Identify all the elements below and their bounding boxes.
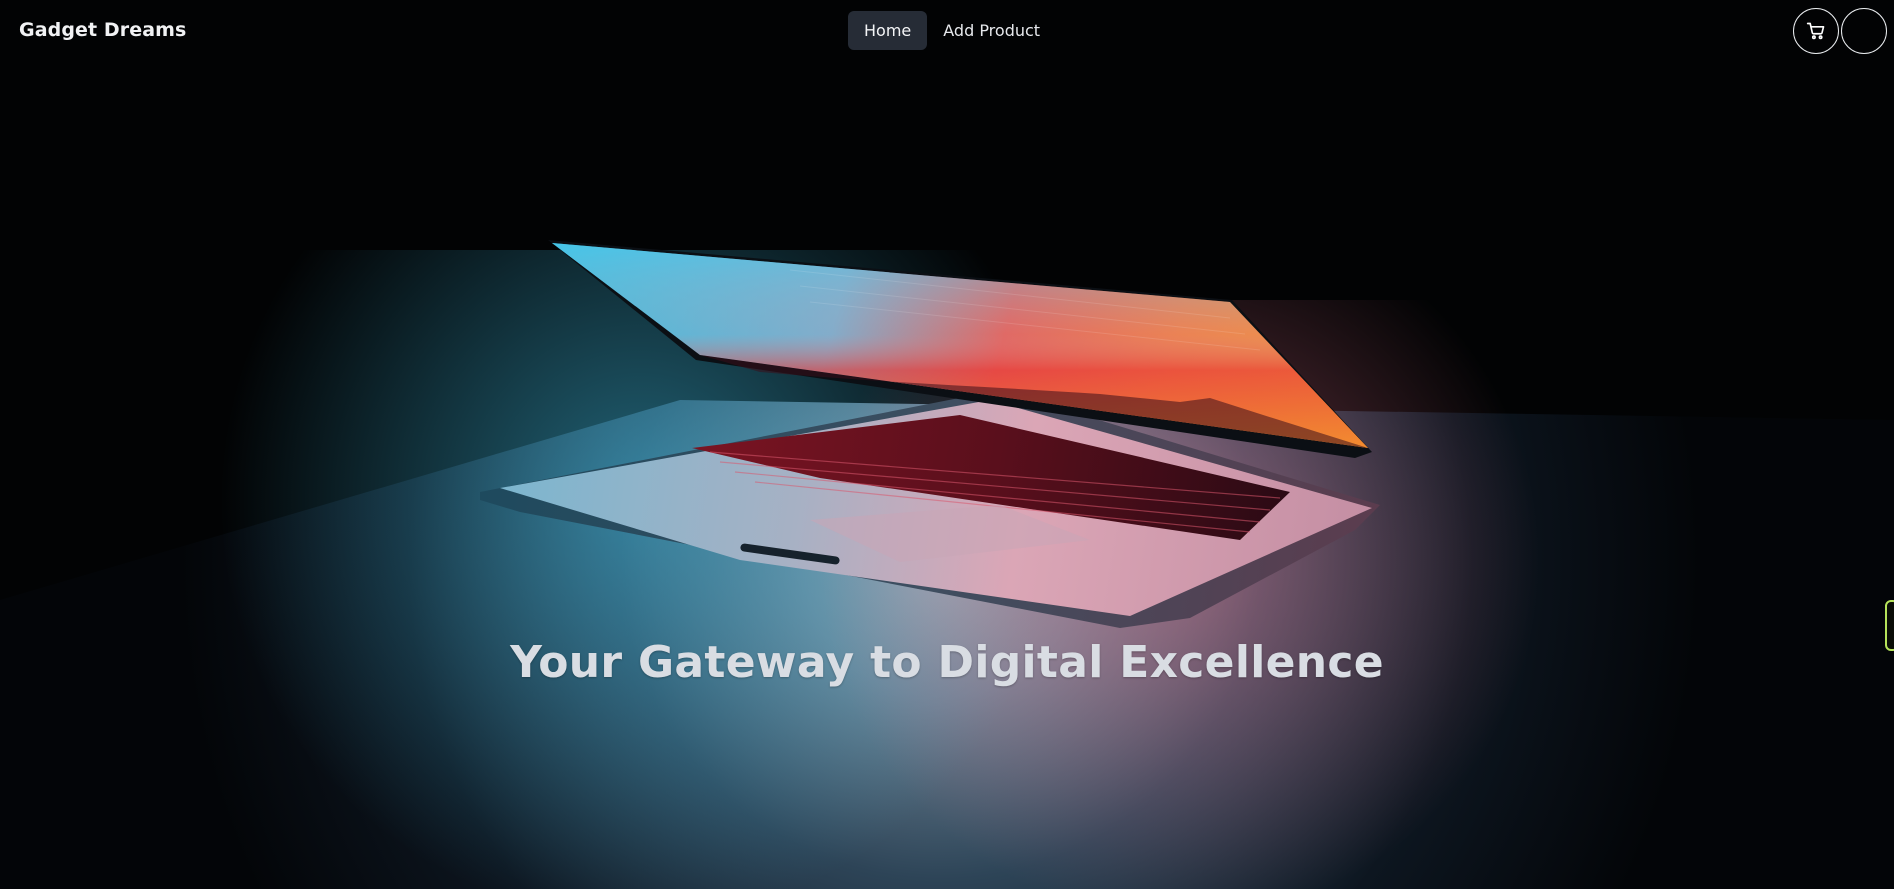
nav-link-home[interactable]: Home [848,11,928,50]
side-feedback-tab[interactable] [1885,600,1894,651]
nav-links: Home Add Product [848,11,1056,50]
shopping-cart-icon [1806,22,1825,40]
hero-title: Your Gateway to Digital Excellence [510,637,1384,689]
cart-button[interactable] [1793,8,1839,54]
top-navbar: Gadget Dreams Home Add Product [0,0,1894,64]
user-avatar[interactable] [1841,8,1887,54]
hero-laptop-image [0,0,1894,889]
brand-logo-text[interactable]: Gadget Dreams [19,19,186,41]
nav-link-add-product[interactable]: Add Product [927,11,1056,50]
page: Gadget Dreams Home Add Product Your Gate… [0,0,1894,889]
